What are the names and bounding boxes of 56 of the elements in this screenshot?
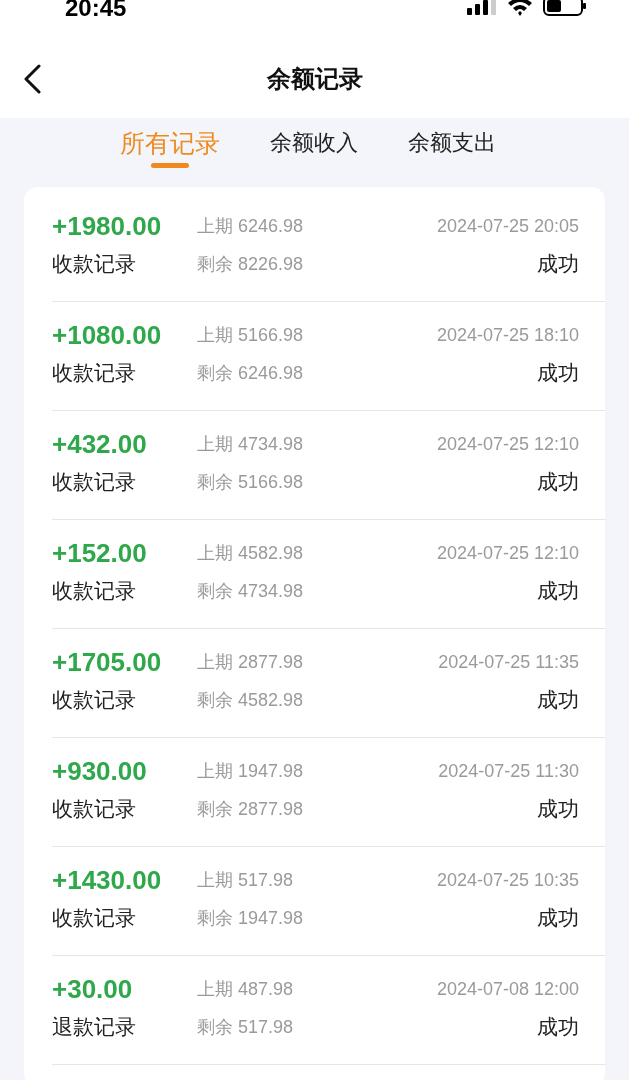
previous-balance: 上期 1947.98 (197, 760, 305, 783)
remaining-balance: 剩余 6246.98 (197, 362, 305, 385)
record-status: 成功 (537, 578, 579, 604)
amount: +432.00 (52, 428, 148, 461)
page-title: 余额记录 (266, 64, 363, 94)
record-time: 2024-07-25 10:35 (435, 869, 579, 892)
battery-icon (543, 0, 587, 16)
record-status: 成功 (537, 687, 579, 713)
record-time: 2024-07-25 12:10 (435, 433, 579, 456)
amount: +152.00 (52, 537, 148, 570)
record-type: 收款记录 (52, 578, 137, 604)
record-type: 退款记录 (52, 1014, 137, 1040)
previous-balance: 上期 487.98 (197, 978, 295, 1001)
remaining-balance: 剩余 4734.98 (197, 580, 305, 603)
previous-balance: 上期 5166.98 (197, 324, 305, 347)
previous-balance: 上期 4582.98 (197, 542, 305, 565)
amount: +30.00 (52, 973, 134, 1006)
record-time: 2024-07-25 12:10 (435, 542, 579, 565)
remaining-balance: 剩余 1947.98 (197, 907, 305, 930)
record-type: 收款记录 (52, 251, 137, 277)
amount: +1705.00 (52, 646, 163, 679)
signal-icon (467, 0, 497, 15)
record-status: 成功 (537, 1014, 579, 1040)
record-time: 2024-07-25 18:10 (435, 324, 579, 347)
record-status: 成功 (537, 251, 579, 277)
previous-balance: 上期 4734.98 (197, 433, 305, 456)
previous-balance: 上期 6246.98 (197, 215, 305, 238)
record-type: 收款记录 (52, 469, 137, 495)
tab[interactable]: 余额收入 (270, 128, 358, 170)
wifi-icon (507, 0, 533, 16)
record-type: 收款记录 (52, 687, 137, 713)
amount: +1080.00 (52, 319, 163, 352)
record-status: 成功 (537, 796, 579, 822)
amount: +1980.00 (52, 210, 163, 243)
record-status: 成功 (537, 905, 579, 931)
record-status: 成功 (537, 360, 579, 386)
record-time: 2024-07-08 12:00 (435, 978, 579, 1001)
amount: +930.00 (52, 755, 148, 788)
record-status: 成功 (537, 469, 579, 495)
record-type: 收款记录 (52, 796, 137, 822)
record-time: 2024-07-25 11:30 (437, 760, 579, 783)
amount: +1430.00 (52, 864, 163, 897)
remaining-balance: 剩余 4582.98 (197, 689, 305, 712)
status-time: 20:45 (65, 0, 127, 22)
remaining-balance: 剩余 5166.98 (197, 471, 305, 494)
record-time: 2024-07-25 11:35 (437, 651, 579, 674)
tab[interactable]: 余额支出 (408, 128, 496, 170)
remaining-balance: 剩余 517.98 (197, 1016, 295, 1039)
record-type: 收款记录 (52, 905, 137, 931)
remaining-balance: 剩余 8226.98 (197, 253, 305, 276)
back-icon[interactable] (22, 64, 42, 94)
previous-balance: 上期 2877.98 (197, 651, 305, 674)
remaining-balance: 剩余 2877.98 (197, 798, 305, 821)
record-time: 2024-07-25 20:05 (435, 215, 579, 238)
previous-balance: 上期 517.98 (197, 869, 295, 892)
record-type: 收款记录 (52, 360, 137, 386)
